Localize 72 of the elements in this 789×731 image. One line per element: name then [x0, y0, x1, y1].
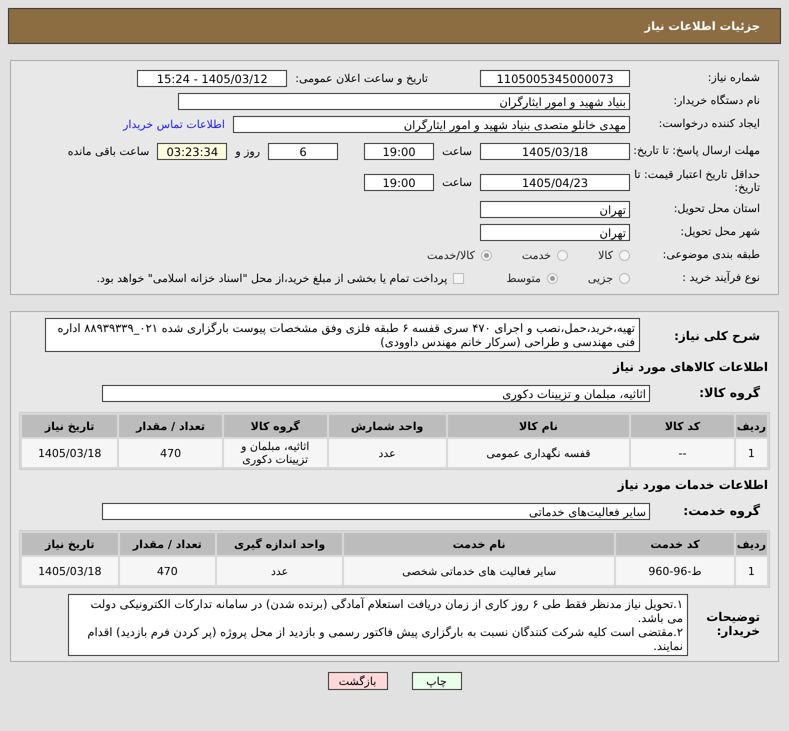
- announce-date-field: 1405/03/12 - 15:24: [137, 70, 288, 86]
- column-header: کد خدمت: [616, 533, 734, 555]
- table-cell: عدد: [328, 439, 446, 467]
- field-label: نام دستگاه خریدار:: [672, 94, 761, 108]
- field-label: تاریخ و ساعت اعلان عمومی:: [295, 72, 428, 84]
- column-header: نام خدمت: [344, 533, 614, 555]
- section-title: اطلاعات کالاهای مورد نیاز: [612, 360, 769, 374]
- date-field: 1405/04/23: [480, 174, 630, 190]
- field-label: ساعت: [442, 144, 472, 158]
- column-header: تاریخ نیاز: [22, 415, 118, 437]
- field-label: گروه کالا:: [698, 386, 761, 400]
- buyer-notes-field: ۱.تحویل نیاز مدنظر فقط طی ۶ روز کاری از زمان دریافت استعلام آمادگی (برنده شدن) در سامانه تدارکات الکترونیکی دولت می باشد. ۲.مقتضی است کلیه شرکت کنندگان نسبت به بارگزاری پیش فاکتور رسمی و بازدید از محل پروژه (پر کردن فرم بازدید) اقدام نمایند.: [68, 594, 688, 656]
- column-header: نام کالا: [448, 415, 630, 437]
- table-cell: 1: [736, 439, 767, 467]
- table-cell: ط-96-960: [616, 557, 734, 585]
- page-title: جزئیات اطلاعات نیاز: [644, 19, 760, 33]
- date-field: 1405/03/18: [480, 142, 630, 160]
- back-button[interactable]: بازگشت: [328, 672, 388, 690]
- table-cell: سایر فعالیت های خدماتی شخصی: [344, 557, 614, 585]
- field-label: توضیحات خریدار:: [705, 611, 761, 639]
- field-label: ساعت: [442, 176, 472, 188]
- field-label: ساعت باقی مانده: [68, 144, 150, 158]
- column-header: ردیف: [736, 533, 767, 555]
- days-field: 6: [268, 142, 338, 160]
- creator-field: مهدی خانلو متصدی بنیاد شهید و امور ایثارگران: [233, 116, 630, 132]
- time-field: 19:00: [364, 142, 434, 160]
- goods-group-field: اثاثیه، مبلمان و تزیینات دکوری: [102, 384, 650, 402]
- table-cell: قفسه نگهداری عمومی: [448, 439, 630, 467]
- section-title: اطلاعات خدمات مورد نیاز: [616, 478, 769, 492]
- payment-checkbox[interactable]: پرداخت تمام یا بخشی از مبلغ خرید،از محل "اسناد خزانه اسلامی" خواهد بود.: [96, 272, 464, 284]
- service-group-field: سایر فعالیت‌های خدماتی: [102, 502, 650, 520]
- field-label: شماره نیاز:: [706, 72, 761, 84]
- column-header: گروه کالا: [224, 415, 326, 437]
- field-label: طبقه بندی موضوعی:: [662, 248, 761, 262]
- table-cell: 470: [119, 439, 222, 467]
- time-field: 19:00: [364, 174, 434, 190]
- category-radio[interactable]: خدمت: [522, 248, 568, 262]
- field-label: حداقل تاریخ اعتبار قیمت: تا تاریخ:: [633, 169, 761, 195]
- table-cell: 1: [736, 557, 767, 585]
- column-header: کد کالا: [631, 415, 734, 437]
- field-label: نوع فرآیند خرید :: [681, 272, 761, 284]
- column-header: تعداد / مقدار: [119, 415, 222, 437]
- table-cell: 1405/03/18: [22, 557, 118, 585]
- description-field: تهیه،خرید،حمل،نصب و اجرای ۴۷۰ سری قفسه ۶ طبقه فلزی وفق مشخصات پیوست بارگزاری شده ۰۲۱_۸۸۹۳۹۳۳۹ اداره فنی مهندسی و طراحی (سرکار خانم مهندس داوودی): [45, 318, 640, 352]
- field-label: ایجاد کننده درخواست:: [658, 118, 761, 130]
- remaining-time-field: 03:23:34: [157, 142, 228, 160]
- field-label: مهلت ارسال پاسخ: تا تاریخ:: [632, 144, 761, 158]
- column-header: ردیف: [736, 415, 767, 437]
- column-header: واحد شمارش: [328, 415, 446, 437]
- table-cell: 1405/03/18: [22, 439, 118, 467]
- buyer-field: بنیاد شهید و امور ایثارگران: [178, 92, 630, 110]
- buyer-contact-link[interactable]: اطلاعات تماس خریدار: [123, 118, 225, 130]
- column-header: تعداد / مقدار: [120, 533, 216, 555]
- process-radio[interactable]: جزیی: [588, 272, 630, 284]
- table-cell: --: [631, 439, 734, 467]
- table-cell: اثاثیه، مبلمان و تزیینات دکوری: [224, 439, 326, 467]
- column-header: تاریخ نیاز: [22, 533, 118, 555]
- category-radio[interactable]: کالا: [598, 248, 630, 262]
- process-radio[interactable]: متوسط: [506, 272, 558, 284]
- field-label: روز و: [235, 144, 260, 158]
- province-field: تهران: [480, 200, 630, 218]
- field-label: شهر محل تحویل:: [679, 226, 761, 238]
- print-button[interactable]: چاپ: [412, 672, 462, 690]
- table-cell: 470: [120, 557, 216, 585]
- column-header: واحد اندازه گیری: [217, 533, 342, 555]
- field-label: گروه خدمت:: [682, 504, 761, 518]
- city-field: تهران: [480, 224, 630, 240]
- field-label: استان محل تحویل:: [672, 202, 761, 216]
- need-number-field: 1105005345000073: [480, 70, 630, 86]
- category-radio[interactable]: کالا/خدمت: [427, 248, 492, 262]
- table-cell: عدد: [217, 557, 342, 585]
- field-label: شرح کلی نیاز:: [673, 328, 761, 344]
